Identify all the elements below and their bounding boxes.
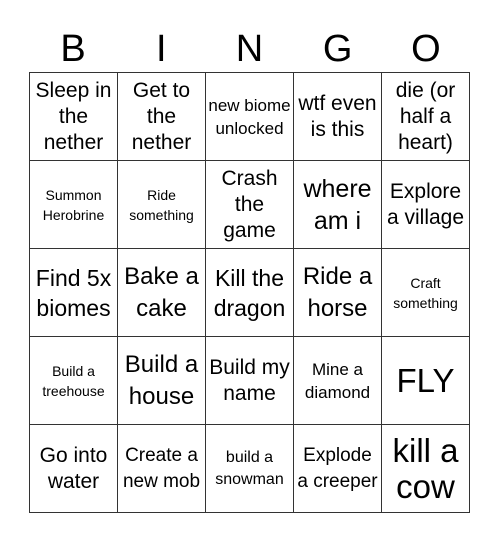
cell-text: Summon Herobrine bbox=[42, 186, 105, 223]
cell-text: build a snowman bbox=[215, 448, 284, 488]
cell-text: Sleep in the nether bbox=[35, 78, 112, 154]
bingo-cell-r3-c3[interactable]: Kill the dragon bbox=[206, 249, 294, 337]
header-letter-i: I bbox=[156, 28, 167, 70]
bingo-cell-r4-c4[interactable]: Mine a diamond bbox=[294, 337, 382, 425]
bingo-cell-r1-c2[interactable]: Get to the nether bbox=[118, 73, 206, 161]
bingo-cell-r3-c4[interactable]: Ride a horse bbox=[294, 249, 382, 337]
bingo-cell-r5-c2[interactable]: Create a new mob bbox=[118, 425, 206, 513]
bingo-grid: Sleep in the nether Get to the nether ne… bbox=[29, 72, 470, 513]
bingo-cell-r4-c1[interactable]: Build a treehouse bbox=[30, 337, 118, 425]
cell-text: Mine a diamond bbox=[304, 359, 371, 402]
bingo-cell-r2-c3[interactable]: Crash the game bbox=[206, 161, 294, 249]
bingo-cell-r4-c3[interactable]: Build my name bbox=[206, 337, 294, 425]
bingo-cell-r2-c5[interactable]: Explore a village bbox=[382, 161, 470, 249]
cell-text: die (or half a heart) bbox=[395, 78, 456, 154]
cell-text: Go into water bbox=[39, 443, 108, 493]
bingo-cell-r3-c1[interactable]: Find 5x biomes bbox=[30, 249, 118, 337]
cell-text: Build a treehouse bbox=[42, 362, 105, 399]
cell-text: Explore a village bbox=[386, 179, 465, 229]
cell-text: where am i bbox=[303, 174, 372, 235]
cell-text: Crash the game bbox=[221, 166, 278, 242]
bingo-cell-r2-c1[interactable]: Summon Herobrine bbox=[30, 161, 118, 249]
cell-text: Ride a horse bbox=[302, 262, 373, 322]
bingo-cell-r5-c5[interactable]: kill a cow bbox=[382, 425, 470, 513]
header-letter-b: B bbox=[60, 28, 86, 70]
bingo-cell-r1-c1[interactable]: Sleep in the nether bbox=[30, 73, 118, 161]
bingo-cell-r2-c4[interactable]: where am i bbox=[294, 161, 382, 249]
cell-text: Craft something bbox=[393, 274, 458, 311]
bingo-cell-r5-c3[interactable]: build a snowman bbox=[206, 425, 294, 513]
cell-text: Create a new mob bbox=[122, 444, 201, 492]
cell-text: Ride something bbox=[129, 186, 194, 223]
cell-text: Find 5x biomes bbox=[35, 264, 112, 321]
cell-text: Bake a cake bbox=[124, 262, 199, 322]
header-letter-o: O bbox=[411, 28, 441, 70]
cell-text: Kill the dragon bbox=[213, 264, 286, 321]
bingo-cell-r4-c5[interactable]: FLY bbox=[382, 337, 470, 425]
bingo-cell-r4-c2[interactable]: Build a house bbox=[118, 337, 206, 425]
bingo-cell-r2-c2[interactable]: Ride something bbox=[118, 161, 206, 249]
bingo-header: B I N G O bbox=[29, 26, 470, 72]
bingo-cell-r3-c2[interactable]: Bake a cake bbox=[118, 249, 206, 337]
header-letter-g: G bbox=[322, 28, 353, 70]
cell-text: new biome unlocked bbox=[208, 95, 291, 138]
cell-text: Build a house bbox=[124, 350, 199, 410]
cell-text: Build my name bbox=[209, 355, 290, 405]
header-letter-n: N bbox=[235, 28, 264, 70]
cell-text: kill a cow bbox=[392, 431, 459, 505]
cell-text: FLY bbox=[396, 361, 455, 399]
cell-text: wtf even is this bbox=[298, 91, 377, 141]
cell-text: Explode a creeper bbox=[297, 444, 378, 492]
bingo-cell-r5-c4[interactable]: Explode a creeper bbox=[294, 425, 382, 513]
bingo-cell-r3-c5[interactable]: Craft something bbox=[382, 249, 470, 337]
bingo-cell-r1-c4[interactable]: wtf even is this bbox=[294, 73, 382, 161]
cell-text: Get to the nether bbox=[131, 78, 192, 154]
bingo-cell-r1-c5[interactable]: die (or half a heart) bbox=[382, 73, 470, 161]
bingo-cell-r5-c1[interactable]: Go into water bbox=[30, 425, 118, 513]
bingo-cell-r1-c3[interactable]: new biome unlocked bbox=[206, 73, 294, 161]
